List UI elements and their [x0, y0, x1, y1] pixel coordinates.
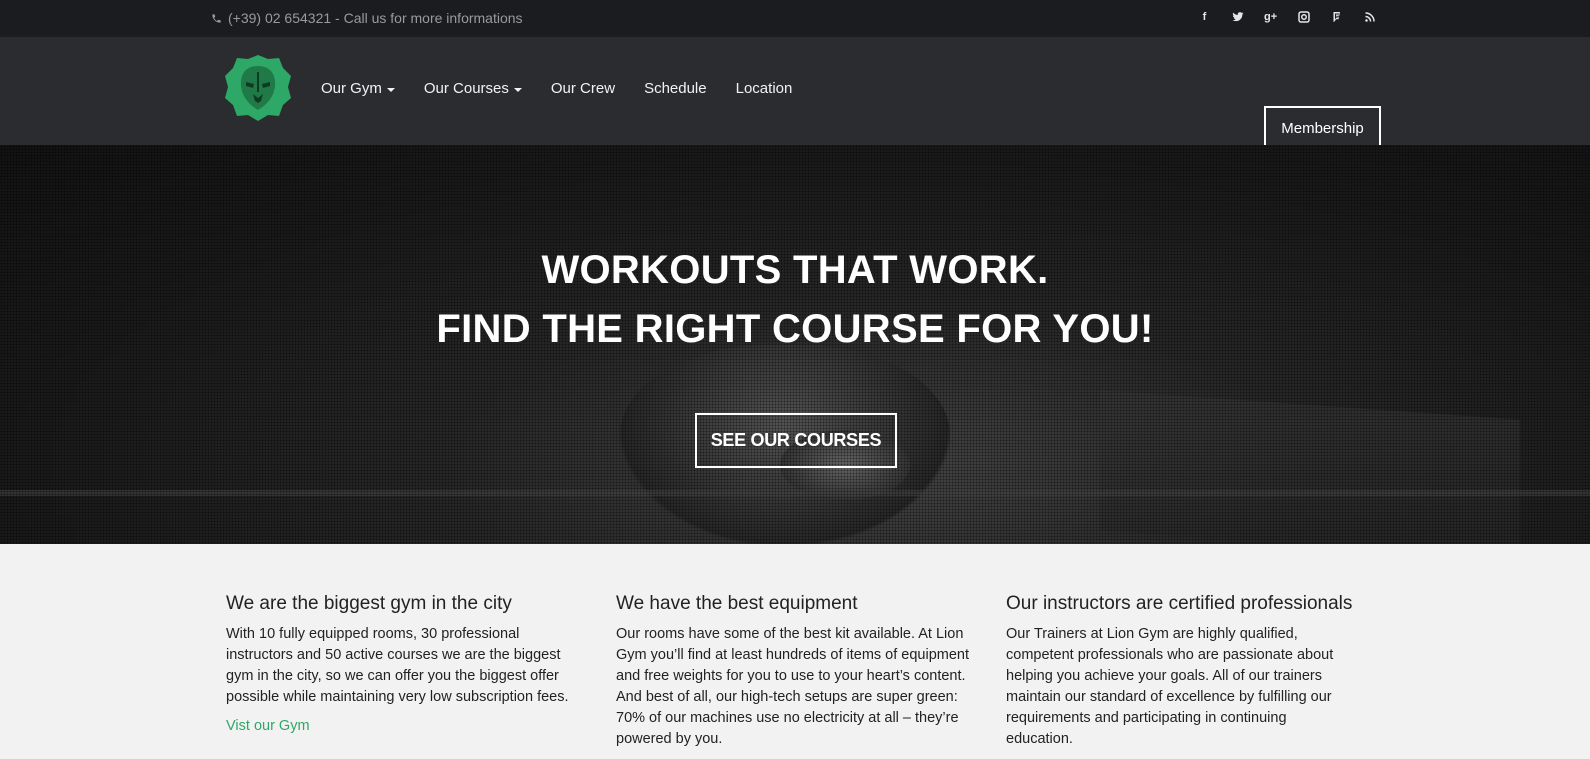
nav-item-label: Schedule: [644, 80, 707, 97]
feature-biggest-gym: We are the biggest gym in the city With …: [226, 593, 586, 734]
feature-certified-instructors: Our instructors are certified profession…: [1006, 593, 1366, 750]
phone-text: (+39) 02 654321 - Call us for more infor…: [228, 10, 523, 26]
nav-item-our-gym[interactable]: Our Gym: [321, 80, 395, 97]
feature-title: We are the biggest gym in the city: [226, 593, 512, 614]
main-navbar: Our Gym Our Courses Our Crew Schedule Lo…: [0, 37, 1590, 150]
main-nav: Our Gym Our Courses Our Crew Schedule Lo…: [321, 80, 792, 97]
nav-item-label: Our Crew: [550, 80, 616, 97]
feature-best-equipment: We have the best equipment Our rooms hav…: [616, 593, 976, 750]
nav-item-our-crew[interactable]: Our Crew: [551, 80, 615, 97]
google-plus-icon[interactable]: g+: [1264, 11, 1277, 24]
nav-item-label: Our Gym: [321, 80, 382, 97]
feature-title: We have the best equipment: [616, 593, 858, 614]
hero-banner: WORKOUTS THAT WORK. FIND THE RIGHT COURS…: [0, 145, 1590, 544]
phone-icon: [212, 13, 221, 23]
facebook-icon[interactable]: f: [1198, 11, 1211, 24]
chevron-down-icon: [513, 87, 522, 92]
phone-info: (+39) 02 654321 - Call us for more infor…: [211, 10, 523, 26]
nav-item-label: Our Courses: [423, 80, 509, 97]
hero-title-line1: WORKOUTS THAT WORK.: [541, 248, 1049, 292]
nav-item-location[interactable]: Location: [736, 80, 793, 97]
membership-button[interactable]: Membership: [1264, 106, 1381, 150]
nav-item-schedule[interactable]: Schedule: [644, 80, 707, 97]
visit-gym-link[interactable]: Vist our Gym: [226, 718, 586, 734]
social-links: f g+: [1198, 11, 1376, 24]
foursquare-icon[interactable]: [1330, 11, 1343, 24]
twitter-icon[interactable]: [1231, 11, 1244, 24]
nav-item-our-courses[interactable]: Our Courses: [424, 80, 522, 97]
feature-text: Our rooms have some of the best kit avai…: [616, 626, 970, 747]
instagram-icon[interactable]: [1297, 11, 1310, 24]
lion-logo-icon[interactable]: [224, 54, 292, 122]
top-bar: (+39) 02 654321 - Call us for more infor…: [0, 0, 1590, 37]
hero-title-line2: FIND THE RIGHT COURSE FOR YOU!: [436, 307, 1154, 351]
nav-item-label: Location: [735, 80, 793, 97]
feature-text: Our Trainers at Lion Gym are highly qual…: [1006, 626, 1334, 747]
chevron-down-icon: [386, 87, 395, 92]
feature-title: Our instructors are certified profession…: [1006, 593, 1353, 614]
rss-icon[interactable]: [1363, 11, 1376, 24]
feature-text: With 10 fully equipped rooms, 30 profess…: [226, 626, 569, 705]
see-our-courses-button[interactable]: SEE OUR COURSES: [695, 413, 897, 468]
